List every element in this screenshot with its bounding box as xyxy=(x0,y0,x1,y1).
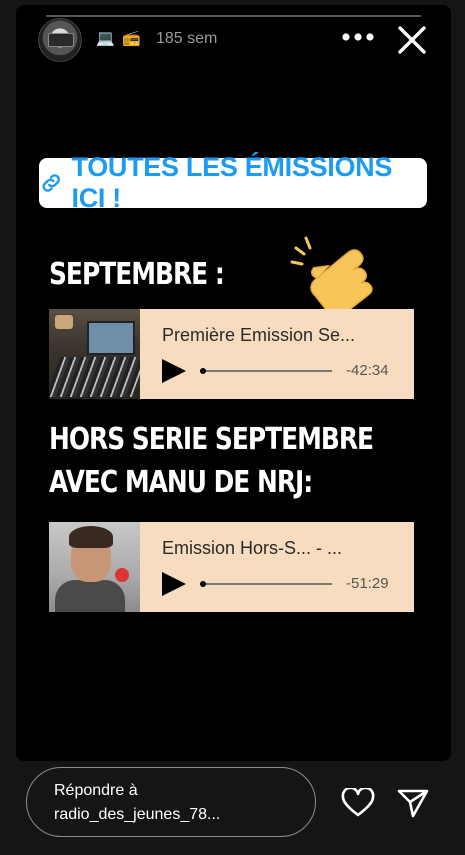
laptop-emoji: 💻 xyxy=(96,30,115,47)
episode-thumbnail xyxy=(49,309,140,399)
story-timestamp: 185 sem xyxy=(156,30,218,47)
story-footer: Répondre à radio_des_jeunes_78... xyxy=(0,762,465,855)
seek-bar[interactable] xyxy=(200,581,332,587)
close-icon[interactable] xyxy=(396,24,428,56)
heading-avec-manu: AVEC MANU DE NRJ: xyxy=(49,465,313,500)
link-icon xyxy=(42,174,60,192)
audio-player-2[interactable]: Emission Hors-S... - ... -51:29 xyxy=(49,522,414,612)
play-icon[interactable] xyxy=(162,572,186,596)
send-icon[interactable] xyxy=(396,787,430,819)
play-icon[interactable] xyxy=(162,359,186,383)
episode-title: Première Emission Se... xyxy=(162,325,356,345)
heart-icon[interactable] xyxy=(341,788,375,818)
reply-placeholder-line-1: Répondre à xyxy=(54,782,138,799)
story-header: 💻 📻 185 sem xyxy=(0,0,465,80)
audio-player-1[interactable]: Première Emission Se... -42:34 xyxy=(49,309,414,399)
reply-input[interactable]: Répondre à radio_des_jeunes_78... xyxy=(26,767,316,837)
episode-thumbnail xyxy=(49,522,140,612)
radio-emoji: 📻 xyxy=(122,30,141,47)
link-sticker[interactable]: TOUTES LES ÉMISSIONS ICI ! xyxy=(39,152,427,213)
seek-knob[interactable] xyxy=(200,368,206,374)
more-icon[interactable] xyxy=(340,28,376,48)
heading-september: SEPTEMBRE : xyxy=(49,257,225,292)
reply-placeholder-line-2: radio_des_jeunes_78... xyxy=(54,806,221,823)
seek-bar[interactable] xyxy=(200,368,332,374)
pointing-hand-icon xyxy=(290,236,373,314)
link-sticker-label: TOUTES LES ÉMISSIONS ICI ! xyxy=(71,152,393,213)
seek-knob[interactable] xyxy=(200,581,206,587)
remaining-time: -42:34 xyxy=(346,362,389,379)
heading-hors-serie: HORS SERIE SEPTEMBRE xyxy=(49,422,374,457)
episode-title: Emission Hors-S... - ... xyxy=(162,538,343,558)
remaining-time: -51:29 xyxy=(346,575,389,592)
avatar[interactable] xyxy=(38,18,82,62)
